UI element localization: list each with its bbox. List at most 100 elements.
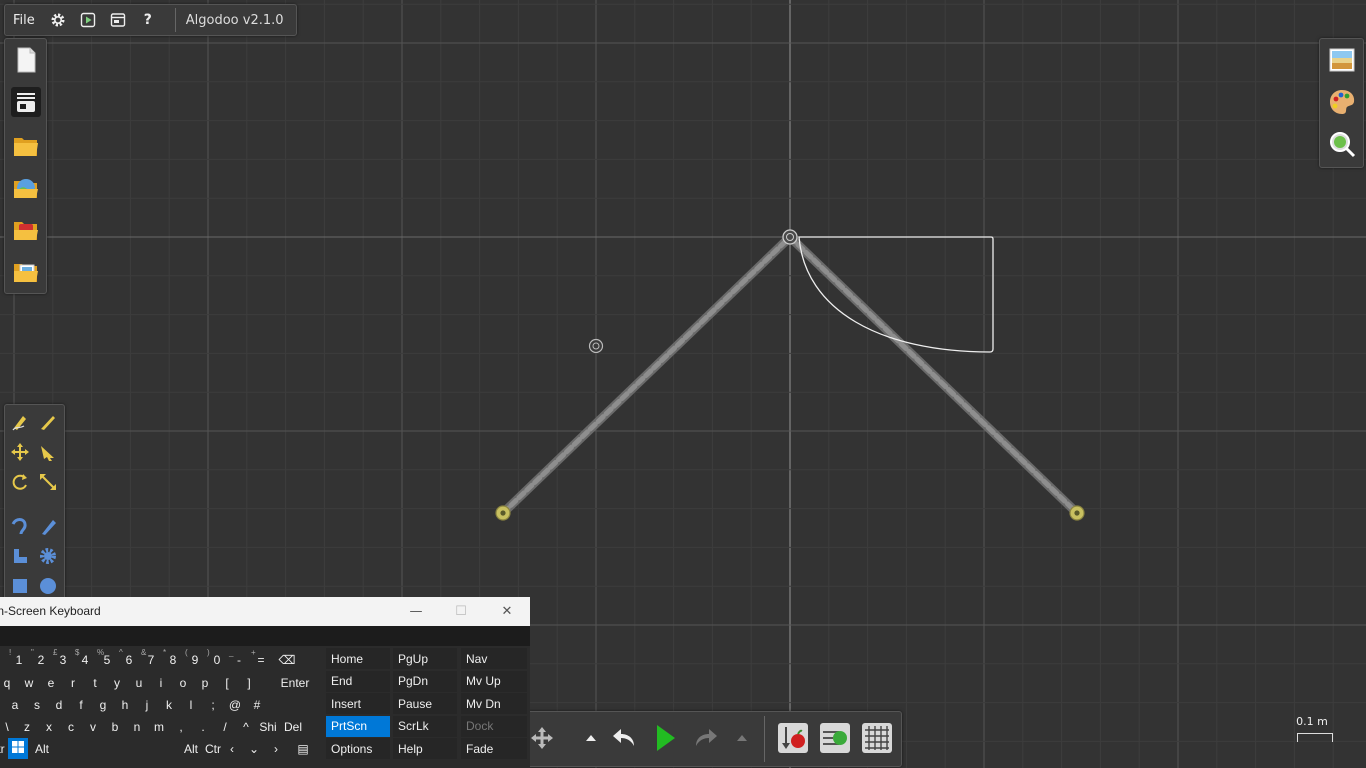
key-backslash[interactable]: \ [0, 716, 16, 737]
key--[interactable]: _ - [228, 648, 250, 670]
key-symbol[interactable]: @ [224, 694, 246, 715]
play-icon[interactable] [647, 720, 683, 756]
close-icon[interactable]: ✕ [484, 597, 530, 626]
brush-tool-icon[interactable] [37, 515, 59, 537]
key-y[interactable]: y [106, 672, 128, 693]
down-arrow-key[interactable]: ⌄ [244, 738, 264, 759]
key-t[interactable]: t [84, 672, 106, 693]
gear-tool-icon[interactable] [37, 545, 59, 567]
key-q[interactable]: q [0, 672, 18, 693]
new-scene-icon[interactable] [11, 45, 41, 75]
maximize-icon[interactable]: ☐ [438, 597, 484, 626]
speed-up-arrow-icon[interactable] [573, 720, 609, 756]
key-w[interactable]: w [18, 672, 40, 693]
minimize-icon[interactable]: — [393, 597, 439, 626]
palette-icon[interactable] [1327, 87, 1357, 117]
online-browse-icon[interactable] [11, 173, 41, 203]
key-z[interactable]: z [16, 716, 38, 737]
options-arrow-icon[interactable] [724, 720, 760, 756]
help-icon[interactable]: ? [137, 9, 159, 31]
delete-key[interactable]: Del [280, 716, 306, 737]
space-key[interactable] [56, 738, 180, 759]
key-d[interactable]: d [48, 694, 70, 715]
circle-tool-icon[interactable] [37, 575, 59, 597]
key-r[interactable]: r [62, 672, 84, 693]
key-bracket[interactable]: [ [216, 672, 238, 693]
backspace-key[interactable]: ⌫ [276, 649, 298, 670]
windows-key[interactable] [8, 738, 28, 759]
zoom-icon[interactable] [1327, 129, 1357, 159]
key-8[interactable]: * 8 [162, 648, 184, 670]
ctrl-right-key[interactable]: Ctr [202, 738, 224, 759]
drag-tool-icon[interactable] [37, 441, 59, 463]
nav-key-pause[interactable]: Pause [393, 693, 457, 714]
key-m[interactable]: m [148, 716, 170, 737]
nav-key-help[interactable]: Help [393, 738, 457, 759]
nav-key-pgdn[interactable]: PgDn [393, 670, 457, 692]
key-j[interactable]: j [136, 694, 158, 715]
key-=[interactable]: + = [250, 648, 272, 670]
menu-key[interactable]: ▤ [292, 738, 314, 759]
nav-key-end[interactable]: End [326, 670, 390, 692]
scale-tool-icon[interactable] [37, 471, 59, 493]
enter-key[interactable]: Enter [270, 672, 320, 693]
box-tool-icon[interactable] [9, 575, 31, 597]
key-5[interactable]: % 5 [96, 648, 118, 670]
ctrl-left-key[interactable]: tr [0, 738, 8, 759]
hinge-tool-icon[interactable] [9, 545, 31, 567]
nav-key-options[interactable]: Options [326, 738, 390, 759]
key-7[interactable]: & 7 [140, 648, 162, 670]
key-6[interactable]: ^ 6 [118, 648, 140, 670]
key-i[interactable]: i [150, 672, 172, 693]
key-s[interactable]: s [26, 694, 48, 715]
key-a[interactable]: a [4, 694, 26, 715]
nav-key-prtscn[interactable]: PrtScn [326, 715, 390, 737]
nav-key-pgup[interactable]: PgUp [393, 648, 457, 669]
rope-tool-icon[interactable] [9, 515, 31, 537]
key-f[interactable]: f [70, 694, 92, 715]
open-folder-icon[interactable] [11, 131, 41, 161]
scene-layer-icon[interactable] [11, 87, 41, 117]
nav-key-home[interactable]: Home [326, 648, 390, 669]
nav-key-nav[interactable]: Nav [461, 648, 527, 669]
grid-icon[interactable] [859, 720, 895, 756]
key-o[interactable]: o [172, 672, 194, 693]
key-g[interactable]: g [92, 694, 114, 715]
background-icon[interactable] [1327, 45, 1357, 75]
key-punct[interactable]: , [170, 716, 192, 737]
nav-key-dock[interactable]: Dock [461, 715, 527, 737]
air-friction-icon[interactable] [817, 720, 853, 756]
shift-key[interactable]: Shi [256, 716, 280, 737]
key-h[interactable]: h [114, 694, 136, 715]
key-4[interactable]: $4 [74, 648, 96, 670]
key-2[interactable]: " 2 [30, 648, 52, 670]
nav-key-scrlk[interactable]: ScrLk [393, 715, 457, 737]
key-punct[interactable]: / [214, 716, 236, 737]
key-symbol[interactable]: ; [202, 694, 224, 715]
key-9[interactable]: (9 [184, 648, 206, 670]
key-bracket[interactable]: ] [238, 672, 260, 693]
alt-right-key[interactable]: Alt [180, 738, 202, 759]
nav-key-mv-dn[interactable]: Mv Dn [461, 693, 527, 714]
left-arrow-key[interactable]: ‹ [222, 738, 242, 759]
key-e[interactable]: e [40, 672, 62, 693]
key-n[interactable]: n [126, 716, 148, 737]
open-vehicle-folder-icon[interactable] [11, 215, 41, 245]
key-0[interactable]: ) 0 [206, 648, 228, 670]
key-x[interactable]: x [38, 716, 60, 737]
keyboard-title-bar[interactable]: On-Screen Keyboard — ☐ ✕ [0, 597, 530, 626]
key-l[interactable]: l [180, 694, 202, 715]
sketch-tool-icon[interactable] [9, 411, 31, 433]
file-menu[interactable]: File [5, 13, 43, 28]
knife-tool-icon[interactable] [37, 411, 59, 433]
window-icon[interactable] [107, 9, 129, 31]
key-symbol[interactable]: # [246, 694, 268, 715]
key-3[interactable]: £3 [52, 648, 74, 670]
alt-key[interactable]: Alt [30, 738, 54, 759]
gear-icon[interactable] [47, 9, 69, 31]
open-pictures-folder-icon[interactable] [11, 257, 41, 287]
nav-key-mv-up[interactable]: Mv Up [461, 670, 527, 692]
gravity-icon[interactable] [775, 720, 811, 756]
key-k[interactable]: k [158, 694, 180, 715]
play-square-icon[interactable] [77, 9, 99, 31]
